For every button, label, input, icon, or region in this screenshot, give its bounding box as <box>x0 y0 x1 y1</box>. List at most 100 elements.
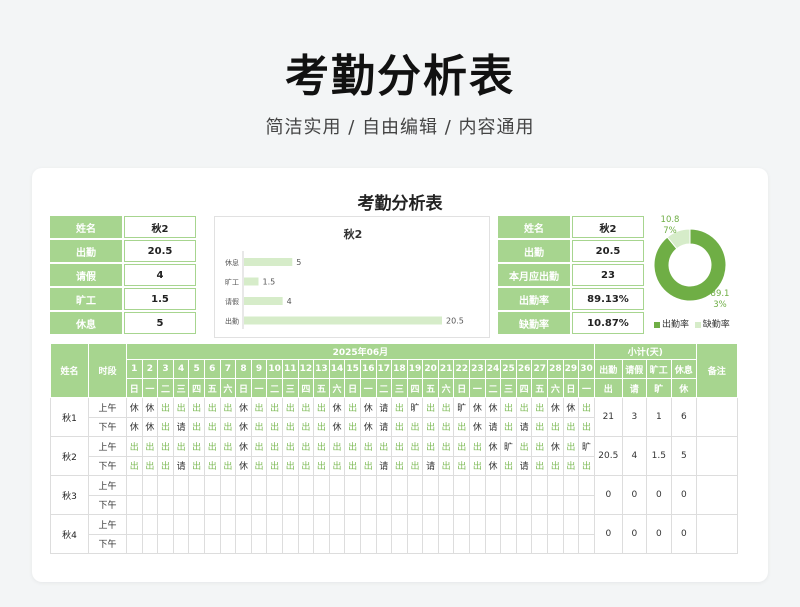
attendance-cell[interactable]: 出 <box>547 416 564 437</box>
attendance-cell[interactable] <box>515 475 533 496</box>
attendance-cell[interactable] <box>344 494 361 515</box>
attendance-cell[interactable]: 出 <box>391 436 408 457</box>
attendance-cell[interactable]: 出 <box>453 455 471 476</box>
attendance-cell[interactable]: 请 <box>515 416 533 437</box>
attendance-cell[interactable] <box>469 514 486 535</box>
attendance-cell[interactable]: 出 <box>422 416 439 437</box>
attendance-cell[interactable]: 出 <box>219 436 237 457</box>
attendance-cell[interactable] <box>391 494 408 515</box>
attendance-cell[interactable]: 出 <box>500 397 517 418</box>
attendance-cell[interactable] <box>250 533 268 554</box>
attendance-cell[interactable]: 出 <box>281 416 299 437</box>
attendance-cell[interactable]: 出 <box>157 397 174 418</box>
summary-value[interactable]: 20.5 <box>124 240 196 262</box>
attendance-cell[interactable]: 出 <box>297 455 315 476</box>
attendance-cell[interactable] <box>578 533 595 554</box>
attendance-cell[interactable]: 休 <box>141 416 159 437</box>
attendance-cell[interactable]: 出 <box>219 397 237 418</box>
attendance-cell[interactable]: 出 <box>250 397 268 418</box>
attendance-cell[interactable]: 出 <box>406 455 424 476</box>
attendance-cell[interactable] <box>219 475 237 496</box>
attendance-cell[interactable]: 出 <box>313 416 330 437</box>
attendance-cell[interactable] <box>281 514 299 535</box>
attendance-cell[interactable] <box>359 494 377 515</box>
attendance-cell[interactable]: 出 <box>250 416 268 437</box>
attendance-cell[interactable] <box>219 514 237 535</box>
attendance-cell[interactable]: 旷 <box>406 397 424 418</box>
attendance-cell[interactable]: 出 <box>250 436 268 457</box>
attendance-cell[interactable]: 出 <box>266 397 283 418</box>
attendance-cell[interactable] <box>203 475 221 496</box>
attendance-cell[interactable] <box>266 475 283 496</box>
attendance-cell[interactable]: 出 <box>547 455 564 476</box>
attendance-cell[interactable]: 出 <box>359 455 377 476</box>
attendance-cell[interactable]: 出 <box>344 455 361 476</box>
attendance-cell[interactable] <box>515 533 533 554</box>
attendance-cell[interactable] <box>141 494 159 515</box>
attendance-cell[interactable] <box>515 494 533 515</box>
attendance-cell[interactable]: 休 <box>359 397 377 418</box>
summary-value[interactable]: 23 <box>572 264 644 286</box>
attendance-cell[interactable] <box>453 475 471 496</box>
attendance-cell[interactable] <box>172 514 190 535</box>
attendance-cell[interactable]: 出 <box>391 416 408 437</box>
attendance-cell[interactable]: 出 <box>391 455 408 476</box>
attendance-cell[interactable] <box>344 533 361 554</box>
attendance-cell[interactable]: 出 <box>531 455 549 476</box>
attendance-cell[interactable]: 出 <box>578 416 595 437</box>
attendance-cell[interactable]: 休 <box>562 397 580 418</box>
attendance-cell[interactable] <box>126 514 143 535</box>
attendance-cell[interactable] <box>297 533 315 554</box>
attendance-cell[interactable]: 休 <box>328 397 346 418</box>
attendance-cell[interactable] <box>235 514 252 535</box>
attendance-cell[interactable] <box>375 475 393 496</box>
attendance-cell[interactable]: 休 <box>484 397 502 418</box>
attendance-cell[interactable] <box>157 494 174 515</box>
attendance-cell[interactable] <box>391 533 408 554</box>
attendance-cell[interactable]: 请 <box>172 455 190 476</box>
attendance-cell[interactable] <box>281 494 299 515</box>
attendance-cell[interactable]: 出 <box>437 436 455 457</box>
summary-value[interactable]: 4 <box>124 264 196 286</box>
attendance-cell[interactable]: 休 <box>141 397 159 418</box>
attendance-cell[interactable]: 出 <box>172 436 190 457</box>
attendance-cell[interactable] <box>313 494 330 515</box>
attendance-cell[interactable] <box>469 475 486 496</box>
attendance-cell[interactable]: 休 <box>235 436 252 457</box>
attendance-cell[interactable]: 出 <box>375 436 393 457</box>
attendance-cell[interactable]: 出 <box>500 416 517 437</box>
attendance-cell[interactable]: 旷 <box>500 436 517 457</box>
attendance-cell[interactable] <box>344 514 361 535</box>
attendance-cell[interactable] <box>437 514 455 535</box>
attendance-cell[interactable] <box>578 494 595 515</box>
attendance-cell[interactable] <box>141 475 159 496</box>
attendance-cell[interactable]: 出 <box>281 436 299 457</box>
attendance-cell[interactable]: 出 <box>437 416 455 437</box>
attendance-cell[interactable]: 出 <box>344 397 361 418</box>
attendance-cell[interactable]: 请 <box>515 455 533 476</box>
attendance-cell[interactable]: 出 <box>313 436 330 457</box>
attendance-cell[interactable]: 出 <box>203 416 221 437</box>
attendance-cell[interactable]: 出 <box>266 436 283 457</box>
attendance-cell[interactable] <box>281 533 299 554</box>
attendance-cell[interactable] <box>437 494 455 515</box>
attendance-cell[interactable] <box>344 475 361 496</box>
attendance-cell[interactable]: 出 <box>250 455 268 476</box>
summary-value[interactable]: 秋2 <box>124 216 196 238</box>
attendance-cell[interactable] <box>547 475 564 496</box>
attendance-cell[interactable]: 请 <box>422 455 439 476</box>
attendance-cell[interactable] <box>547 533 564 554</box>
attendance-cell[interactable] <box>172 533 190 554</box>
attendance-cell[interactable] <box>500 514 517 535</box>
attendance-cell[interactable]: 出 <box>219 416 237 437</box>
attendance-cell[interactable]: 出 <box>469 455 486 476</box>
attendance-cell[interactable] <box>266 494 283 515</box>
remark-cell[interactable] <box>695 397 738 437</box>
attendance-cell[interactable]: 休 <box>547 397 564 418</box>
attendance-cell[interactable] <box>297 514 315 535</box>
employee-name[interactable]: 秋4 <box>50 514 89 554</box>
attendance-cell[interactable]: 出 <box>359 436 377 457</box>
attendance-cell[interactable] <box>250 514 268 535</box>
attendance-cell[interactable] <box>562 475 580 496</box>
attendance-cell[interactable]: 出 <box>141 455 159 476</box>
